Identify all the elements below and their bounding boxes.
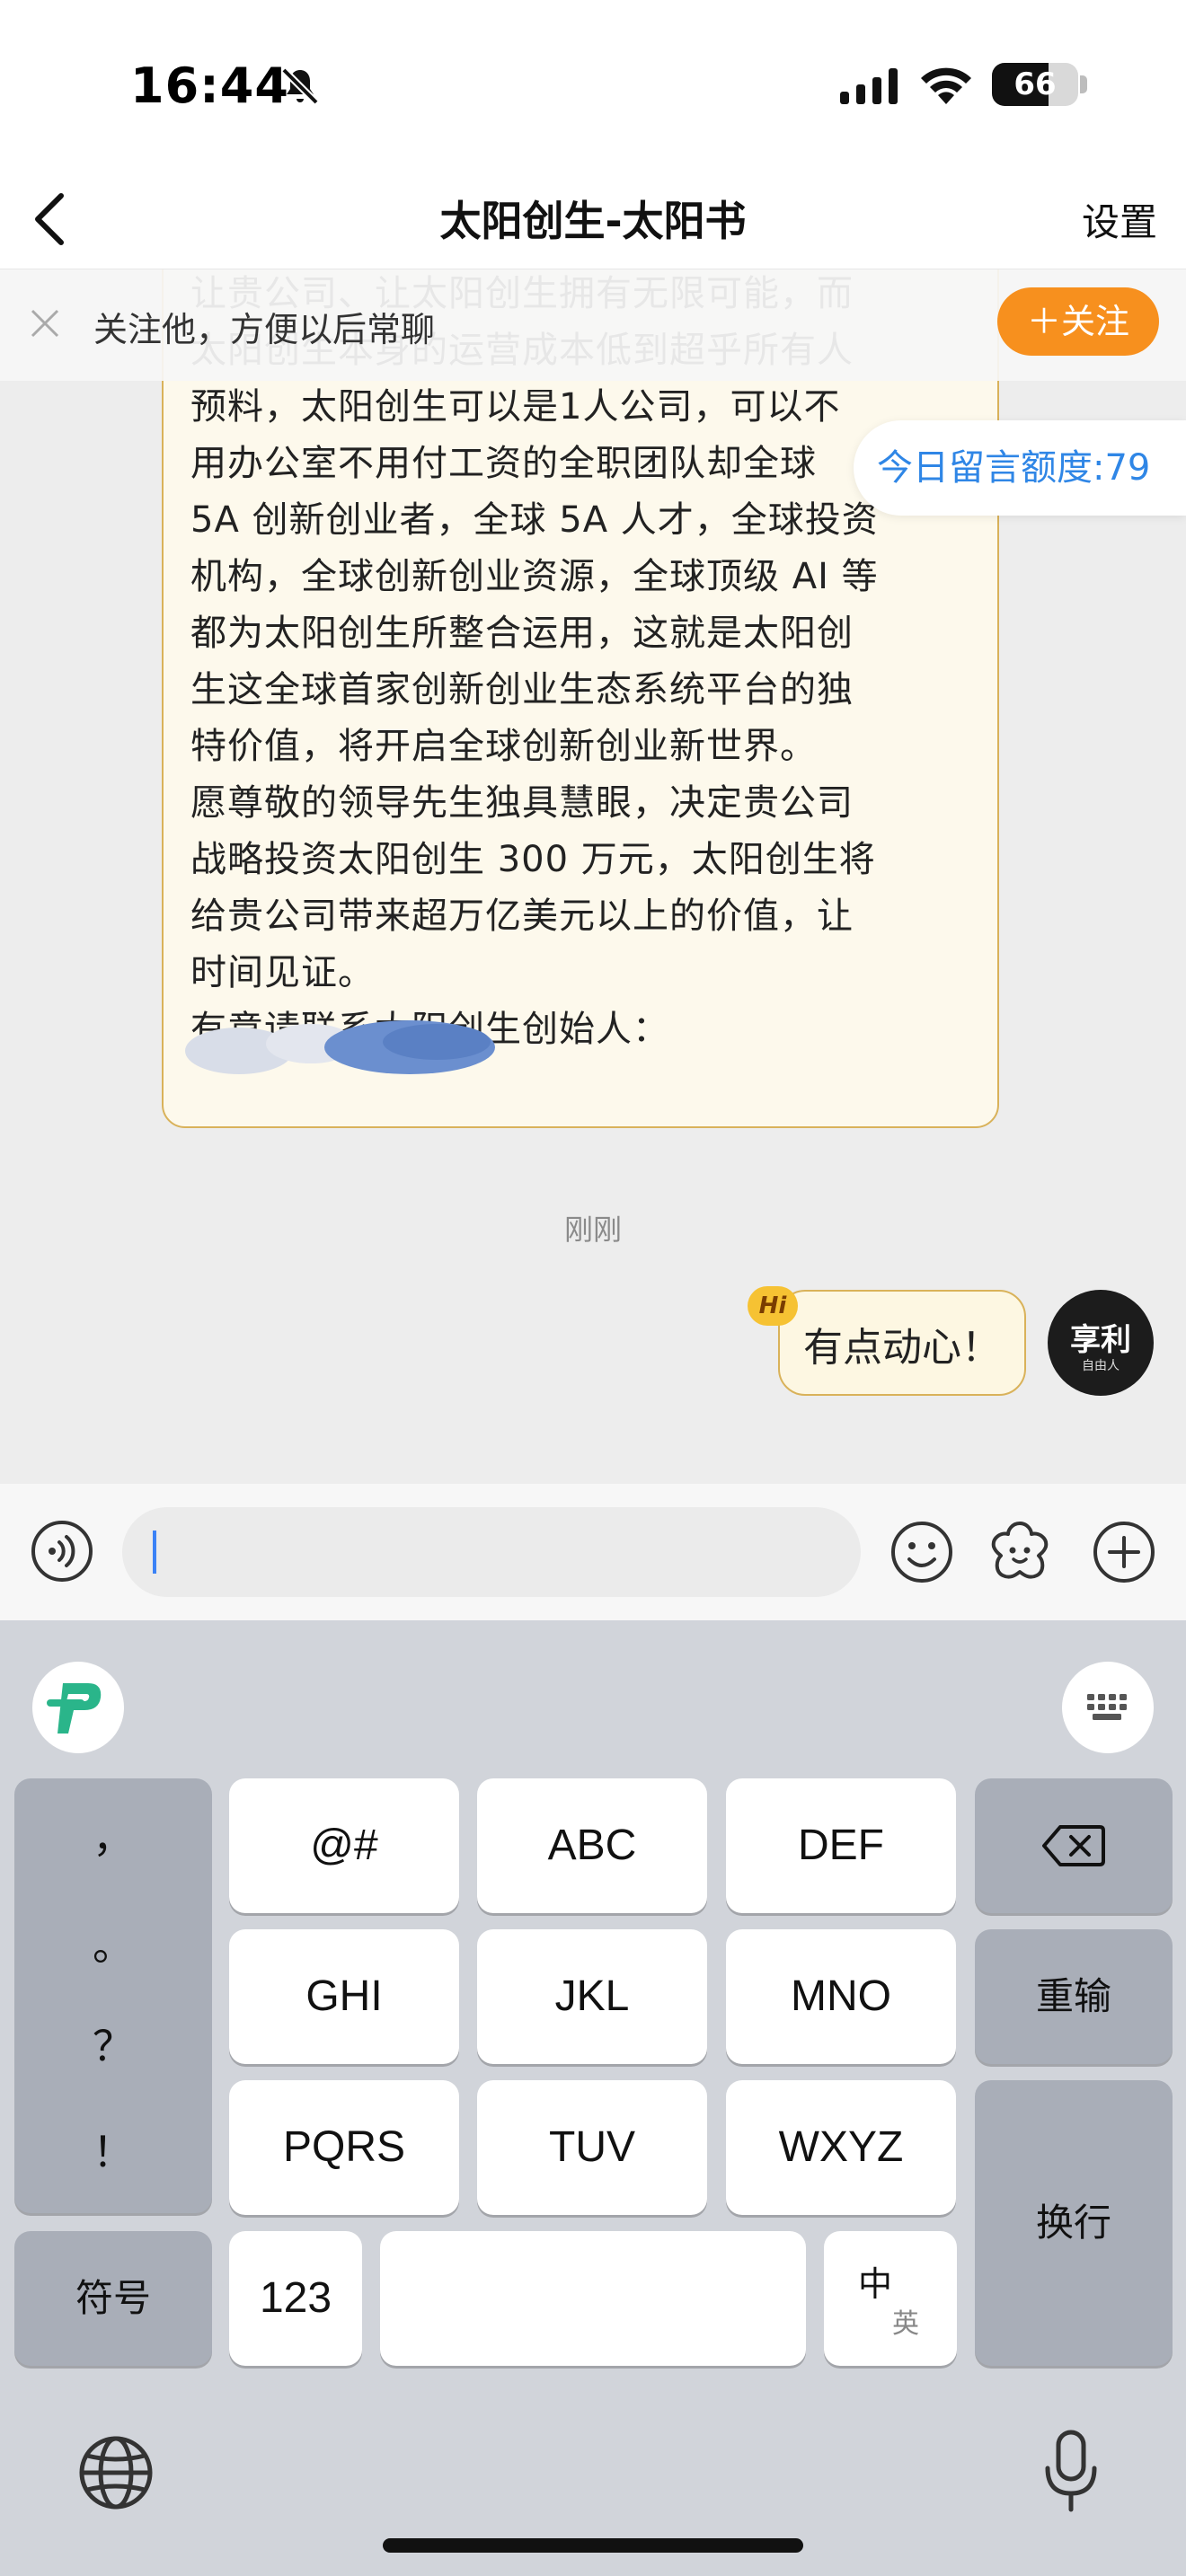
input-bar [0,1484,1186,1620]
message-input[interactable] [122,1507,861,1597]
message-line: 给贵公司带来超万亿美元以上的价值，让 [190,895,854,937]
newline-key[interactable]: 换行 [975,2080,1173,2366]
message-text: 让贵公司、让太阳创生拥有无限可能，而太阳创生本身的运营成本低到超乎所有人预料，太… [190,269,974,1058]
key-pqrs[interactable]: PQRS [229,2080,459,2215]
message-line: 特价值，将开启全球创新创业新世界。 [190,726,817,767]
received-message-card: 让贵公司、让太阳创生拥有无限可能，而太阳创生本身的运营成本低到超乎所有人预料，太… [162,269,999,1128]
nav-bar: 太阳创生-太阳书 设置 [0,171,1186,269]
emoji-icon[interactable] [890,1520,954,1584]
key-abc[interactable]: ABC [477,1778,707,1913]
avatar-sub: 自由人 [1082,1359,1120,1373]
key-ghi[interactable]: GHI [229,1929,459,2064]
globe-icon[interactable] [77,2434,155,2511]
wifi-icon [921,67,971,104]
language-switch-key[interactable]: 中 英 [824,2231,957,2366]
message-timestamp: 刚刚 [563,1213,622,1247]
space-key[interactable] [380,2231,806,2366]
hi-badge: Hi [748,1286,798,1326]
signal-icon [840,68,898,104]
message-line: 愿尊敬的领导先生独具慧眼，决定贵公司 [190,782,854,824]
key-jkl[interactable]: JKL [477,1929,707,2064]
key-def[interactable]: DEF [726,1778,956,1913]
status-time: 16:44 [130,57,289,114]
follow-prompt: 关注他，方便以后常聊 [93,310,436,349]
battery-percent: 66 [1013,66,1057,102]
symbols-key[interactable]: 符号 [14,2231,212,2366]
follow-bar: 关注他，方便以后常聊 ＋关注 [0,269,1186,381]
lang-cn-label: 中 [858,2264,893,2304]
battery-cap [1080,75,1087,93]
follow-button[interactable]: ＋关注 [997,287,1159,356]
keyboard-logo-icon[interactable] [32,1662,124,1753]
message-line: 预料，太阳创生可以是1人公司，可以不 [190,386,841,428]
lang-en-label: 英 [892,2308,919,2340]
backspace-key[interactable] [975,1778,1173,1913]
chat-area[interactable]: 让贵公司、让太阳创生拥有无限可能，而太阳创生本身的运营成本低到超乎所有人预料，太… [0,269,1186,1484]
keyboard-hide-icon[interactable] [1062,1662,1154,1753]
close-icon[interactable] [27,305,63,341]
sticker-icon[interactable] [987,1518,1053,1584]
key-mno[interactable]: MNO [726,1929,956,2064]
message-line: 5A 创新创业者，全球 5A 人才，全球投资 [190,499,879,541]
mic-icon[interactable] [1042,2429,1100,2515]
home-indicator [383,2538,803,2553]
sent-message-bubble[interactable]: 有点动心！ [778,1290,1026,1396]
backspace-icon [1042,1825,1105,1866]
key-wxyz[interactable]: WXYZ [726,2080,956,2215]
punct-key[interactable]: ， [14,1805,212,1865]
message-line: 时间见证。 [190,952,375,993]
settings-button[interactable]: 设置 [1082,192,1157,247]
key-tuv[interactable]: TUV [477,2080,707,2215]
avatar-logo: 享利 [1070,1322,1131,1358]
retype-key[interactable]: 重输 [975,1929,1173,2064]
text-caret [153,1531,156,1574]
keyboard: ， 。 ？ ！ @# ABC DEF GHI JKL MNO 重输 PQRS T… [0,1620,1186,2576]
blurred-contact-info [185,1020,495,1074]
message-line: 机构，全球创新创业资源，全球顶级 AI 等 [190,556,879,597]
message-line: 生这全球首家创新创业生态系统平台的独 [190,669,854,710]
message-line: 都为太阳创生所整合运用，这就是太阳创 [190,613,854,654]
status-bar: 16:44 66 [0,0,1186,171]
voice-icon[interactable] [31,1520,93,1583]
punct-key[interactable]: ？ [14,2014,212,2073]
message-line: 战略投资太阳创生 300 万元，太阳创生将 [190,839,876,880]
message-quota-tag: 今日留言额度:79 [854,420,1186,516]
silent-bell-icon [281,67,319,105]
back-chevron-icon[interactable] [25,183,79,255]
punct-key[interactable]: ！ [14,2120,212,2179]
punct-key[interactable]: 。 [14,1913,212,1972]
numbers-key[interactable]: 123 [229,2231,362,2366]
sent-message-text: 有点动心！ [803,1325,1001,1371]
plus-icon[interactable] [1092,1520,1156,1584]
punctuation-column[interactable]: ， 。 ？ ！ [14,1778,212,2213]
key-symbols-at[interactable]: @# [229,1778,459,1913]
avatar[interactable]: 享利 自由人 [1048,1290,1154,1396]
page-title: 太阳创生-太阳书 [439,197,747,245]
battery-icon: 66 [992,63,1078,106]
